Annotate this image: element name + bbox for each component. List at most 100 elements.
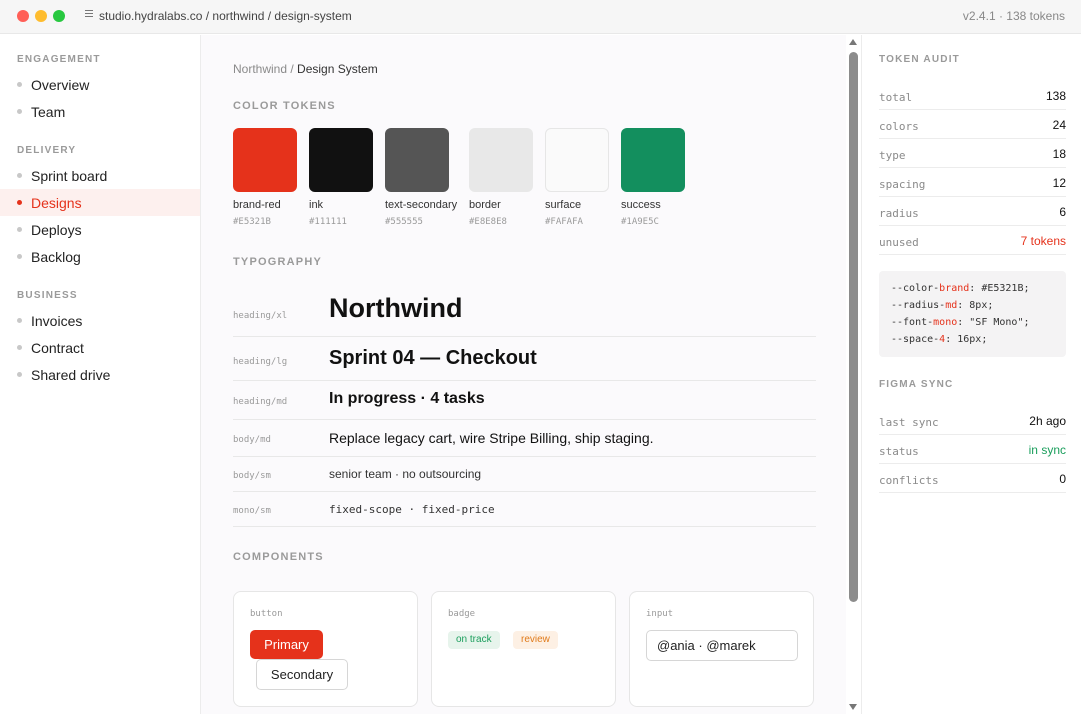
swatch-name: ink [309, 199, 324, 211]
sidebar-item-label: Sprint board [31, 168, 108, 184]
chevron-up-icon[interactable] [849, 39, 857, 45]
secondary-button[interactable]: Secondary [256, 659, 348, 690]
type-sample: Northwind [329, 293, 463, 323]
audit-value: 12 [1052, 176, 1066, 190]
audit-value: 138 [1045, 89, 1066, 103]
audit-key: type [879, 149, 906, 162]
sidebar-item-label: Shared drive [31, 367, 111, 383]
unused-tokens-link[interactable]: 7 tokens [1021, 234, 1066, 248]
sidebar-item-contract[interactable]: Contract [0, 334, 200, 361]
swatch-hex: #E8E8E8 [469, 217, 507, 227]
sidebar-item-sprint-board[interactable]: Sprint board [0, 162, 200, 189]
swatch-surface[interactable]: surface #FAFAFA [545, 128, 609, 227]
bullet-icon [17, 318, 22, 323]
sidebar-item-designs[interactable]: Designs [0, 189, 200, 216]
audit-key: spacing [879, 178, 926, 191]
bullet-icon [17, 254, 22, 259]
breadcrumb-parent[interactable]: Northwind / [233, 62, 294, 76]
swatch-name: brand-red [233, 199, 281, 211]
swatch-success[interactable]: success #1A9E5C [621, 128, 685, 227]
address-bar[interactable]: studio.hydralabs.co / northwind / design… [99, 9, 352, 23]
type-row-body-md: body/md Replace legacy cart, wire Stripe… [233, 420, 816, 457]
type-token: heading/xl [233, 311, 288, 321]
color-chip [309, 128, 373, 192]
sync-status-badge: in sync [1028, 443, 1066, 457]
type-token: body/sm [233, 471, 271, 481]
figma-value: 2h ago [1029, 414, 1066, 428]
type-row-heading-xl: heading/xl Northwind [233, 285, 816, 337]
main-content: Northwind / Design System COLOR TOKENS b… [201, 35, 846, 714]
type-sample: In progress · 4 tasks [329, 390, 485, 407]
type-sample: Replace legacy cart, wire Stripe Billing… [329, 430, 654, 446]
swatch-hex: #555555 [385, 217, 423, 227]
figma-sync-title: FIGMA SYNC [879, 379, 954, 390]
bullet-icon [17, 200, 22, 205]
sidebar-item-label: Team [31, 104, 66, 120]
swatch-ink[interactable]: ink #111111 [309, 128, 373, 227]
bullet-icon [17, 173, 22, 178]
audit-key: colors [879, 120, 919, 133]
sidebar-item-overview[interactable]: Overview [0, 71, 200, 98]
sidebar-item-label: Designs [31, 195, 82, 211]
figma-key: conflicts [879, 474, 939, 487]
type-row-heading-md: heading/md In progress · 4 tasks [233, 381, 816, 420]
typography-title: TYPOGRAPHY [233, 256, 323, 268]
swatch-border[interactable]: border #E8E8E8 [469, 128, 533, 227]
sidebar-item-team[interactable]: Team [0, 98, 200, 125]
close-window-button[interactable] [17, 10, 29, 22]
sidebar-item-shared-drive[interactable]: Shared drive [0, 361, 200, 388]
swatch-hex: #1A9E5C [621, 217, 659, 227]
swatch-hex: #111111 [309, 217, 347, 227]
audit-row-spacing: spacing 12 [879, 168, 1066, 197]
sidebar-item-backlog[interactable]: Backlog [0, 243, 200, 270]
swatch-hex: #E5321B [233, 217, 271, 227]
version-label: v2.4.1 · 138 tokens [962, 9, 1065, 23]
nav-section-business: BUSINESS [17, 290, 78, 301]
bullet-icon [17, 109, 22, 114]
figma-row-conflicts: conflicts 0 [879, 464, 1066, 493]
review-badge: review [513, 631, 558, 649]
code-line: --radius-md: 8px; [891, 300, 994, 311]
right-panel: TOKEN AUDIT total 138 colors 24 type 18 … [861, 35, 1081, 714]
swatch-brand-red[interactable]: brand-red #E5321B [233, 128, 297, 227]
maximize-window-button[interactable] [53, 10, 65, 22]
swatch-name: success [621, 199, 661, 211]
chevron-down-icon[interactable] [849, 704, 857, 710]
color-chip [385, 128, 449, 192]
audit-key: radius [879, 207, 919, 220]
audit-row-unused[interactable]: unused 7 tokens [879, 226, 1066, 255]
sidebar: ENGAGEMENT Overview Team DELIVERY Sprint… [0, 35, 201, 714]
bullet-icon [17, 82, 22, 87]
audit-row-total: total 138 [879, 81, 1066, 110]
sidebar-item-invoices[interactable]: Invoices [0, 307, 200, 334]
breadcrumb: Northwind / Design System [233, 62, 378, 76]
minimize-window-button[interactable] [35, 10, 47, 22]
main-scrollbar[interactable] [846, 35, 861, 714]
audit-row-type: type 18 [879, 139, 1066, 168]
audit-value: 24 [1052, 118, 1066, 132]
token-audit-title: TOKEN AUDIT [879, 54, 960, 65]
mentions-input[interactable]: @ania · @marek [646, 630, 798, 661]
audit-value: 18 [1052, 147, 1066, 161]
audit-key: unused [879, 236, 919, 249]
sidebar-item-deploys[interactable]: Deploys [0, 216, 200, 243]
sidebar-item-label: Deploys [31, 222, 82, 238]
card-caption: button [250, 609, 283, 619]
card-caption: input [646, 609, 674, 619]
primary-button[interactable]: Primary [250, 630, 323, 659]
bullet-icon [17, 372, 22, 377]
breadcrumb-current: Design System [297, 62, 378, 76]
audit-row-colors: colors 24 [879, 110, 1066, 139]
sidebar-item-label: Backlog [31, 249, 81, 265]
type-row-body-sm: body/sm senior team · no outsourcing [233, 457, 816, 492]
color-tokens-title: COLOR TOKENS [233, 100, 336, 112]
swatch-text-secondary[interactable]: text-secondary #555555 [385, 128, 457, 227]
audit-row-radius: radius 6 [879, 197, 1066, 226]
color-chip [469, 128, 533, 192]
scrollbar-thumb[interactable] [849, 52, 858, 602]
color-chip [621, 128, 685, 192]
audit-key: total [879, 91, 913, 104]
type-token: mono/sm [233, 506, 271, 516]
menu-lines-icon [85, 10, 93, 20]
color-chip [545, 128, 609, 192]
